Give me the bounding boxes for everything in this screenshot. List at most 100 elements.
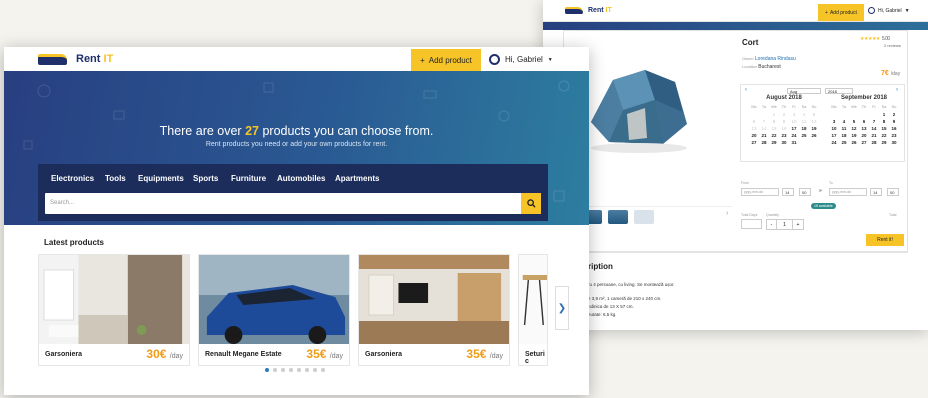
calendar-day[interactable]: 2 [779, 111, 789, 118]
thumbnail[interactable] [634, 210, 654, 224]
calendar-day[interactable]: 1 [769, 111, 779, 118]
calendar-day[interactable]: 18 [839, 132, 849, 139]
chevron-left-icon[interactable]: ‹ [745, 87, 747, 93]
calendar-day[interactable]: 15 [879, 125, 889, 132]
calendar-day[interactable]: 11 [839, 125, 849, 132]
category-sports[interactable]: Sports [193, 174, 218, 183]
product-card[interactable]: Renault Megane Estate 35€ /day [198, 254, 350, 366]
calendar-day[interactable]: 28 [869, 139, 879, 146]
minus-button[interactable]: - [767, 220, 777, 229]
tent-image[interactable] [583, 52, 693, 157]
calendar-day[interactable]: 12 [849, 125, 859, 132]
carousel-dot[interactable] [297, 368, 301, 372]
calendar-day[interactable]: 4 [839, 118, 849, 125]
calendar-day[interactable]: 24 [789, 132, 799, 139]
calendar-day[interactable]: 27 [859, 139, 869, 146]
calendar-day[interactable]: 24 [829, 139, 839, 146]
carousel-next-button[interactable]: ❯ [555, 286, 569, 330]
carousel-dot[interactable] [321, 368, 325, 372]
from-minute-input[interactable]: 00 [799, 188, 811, 196]
calendar-day[interactable]: 9 [889, 118, 899, 125]
calendar-day[interactable]: 8 [879, 118, 889, 125]
category-apartments[interactable]: Apartments [335, 174, 379, 183]
calendar-day[interactable]: 14 [869, 125, 879, 132]
carousel-dot[interactable] [305, 368, 309, 372]
category-furniture[interactable]: Furniture [231, 174, 266, 183]
calendar-day[interactable]: 23 [779, 132, 789, 139]
calendar-day[interactable]: 29 [879, 139, 889, 146]
year-select[interactable]: 2018 [825, 88, 853, 94]
calendar-day[interactable]: 20 [749, 132, 759, 139]
calendar-day[interactable]: 25 [839, 139, 849, 146]
product-card[interactable]: Seturi c [518, 254, 548, 366]
owner-link[interactable]: Loredana Rindasu [755, 56, 796, 62]
to-date-input[interactable]: yyyy-mm-dd [829, 188, 867, 196]
calendar-day[interactable]: 3 [789, 111, 799, 118]
calendar-day[interactable]: 4 [799, 111, 809, 118]
carousel-dot[interactable] [281, 368, 285, 372]
from-hour-input[interactable]: 14 [782, 188, 794, 196]
calendar-day[interactable]: 22 [769, 132, 779, 139]
calendar-day[interactable]: 26 [809, 132, 819, 139]
brand-logo[interactable]: Rent IT [38, 53, 113, 65]
calendar-day[interactable]: 20 [859, 132, 869, 139]
calendar-day[interactable]: 23 [889, 132, 899, 139]
calendar-day[interactable]: 1 [879, 111, 889, 118]
carousel-dot[interactable] [273, 368, 277, 372]
user-menu[interactable]: Hi, Gabriel ▼ [868, 7, 910, 14]
add-product-button[interactable]: + Add product [411, 49, 481, 72]
calendar-day[interactable]: 7 [869, 118, 879, 125]
review-count[interactable]: 2 reviews [884, 43, 901, 48]
calendar-day[interactable]: 28 [759, 139, 769, 146]
calendar-day[interactable]: 8 [769, 118, 779, 125]
thumbnail[interactable] [608, 210, 628, 224]
carousel-dot[interactable] [265, 368, 269, 372]
calendar-day[interactable]: 17 [789, 125, 799, 132]
calendar-day[interactable]: 25 [799, 132, 809, 139]
category-equipments[interactable]: Equipments [138, 174, 184, 183]
to-minute-input[interactable]: 00 [887, 188, 899, 196]
calendar-day[interactable]: 31 [789, 139, 799, 146]
calendar-day[interactable]: 7 [759, 118, 769, 125]
calendar-day[interactable]: 10 [829, 125, 839, 132]
calendar-day[interactable]: 16 [889, 125, 899, 132]
quantity-value[interactable]: 1 [777, 220, 793, 229]
brand-logo[interactable]: Rent IT [565, 7, 612, 14]
calendar-day[interactable]: 17 [829, 132, 839, 139]
calendar-day[interactable]: 2 [889, 111, 899, 118]
calendar-day[interactable]: 26 [849, 139, 859, 146]
calendar-day[interactable]: 9 [779, 118, 789, 125]
chevron-right-icon[interactable]: › [896, 87, 898, 93]
from-date-input[interactable]: yyyy-mm-dd [741, 188, 779, 196]
month-select[interactable]: Aug [787, 88, 821, 94]
plus-button[interactable]: + [793, 220, 803, 229]
calendar-day[interactable]: 15 [769, 125, 779, 132]
to-hour-input[interactable]: 14 [870, 188, 882, 196]
calendar-day[interactable]: 6 [859, 118, 869, 125]
category-automobiles[interactable]: Automobiles [277, 174, 325, 183]
calendar-day[interactable]: 30 [779, 139, 789, 146]
chevron-right-icon[interactable]: › [726, 210, 728, 217]
category-electronics[interactable]: Electronics [51, 174, 94, 183]
calendar-day[interactable]: 19 [809, 125, 819, 132]
calendar-day[interactable]: 16 [779, 125, 789, 132]
user-menu[interactable]: Hi, Gabriel ▼ [489, 54, 553, 65]
calendar-day[interactable]: 19 [849, 132, 859, 139]
calendar-day[interactable]: 21 [759, 132, 769, 139]
calendar-day[interactable]: 29 [769, 139, 779, 146]
calendar-day[interactable]: 14 [759, 125, 769, 132]
search-button[interactable] [521, 193, 541, 214]
calendar-day[interactable]: 3 [829, 118, 839, 125]
carousel-dot[interactable] [313, 368, 317, 372]
calendar-day[interactable]: 6 [749, 118, 759, 125]
calendar-day[interactable]: 22 [879, 132, 889, 139]
calendar-day[interactable]: 18 [799, 125, 809, 132]
calendar-day[interactable]: 27 [749, 139, 759, 146]
product-card[interactable]: Garsoniera 35€ /day [358, 254, 510, 366]
search-input[interactable]: Search... [45, 193, 522, 214]
carousel-dot[interactable] [289, 368, 293, 372]
add-product-button[interactable]: + Add product [818, 4, 864, 21]
calendar-day[interactable]: 5 [809, 111, 819, 118]
calendar-day[interactable]: 30 [889, 139, 899, 146]
calendar-day[interactable]: 10 [789, 118, 799, 125]
